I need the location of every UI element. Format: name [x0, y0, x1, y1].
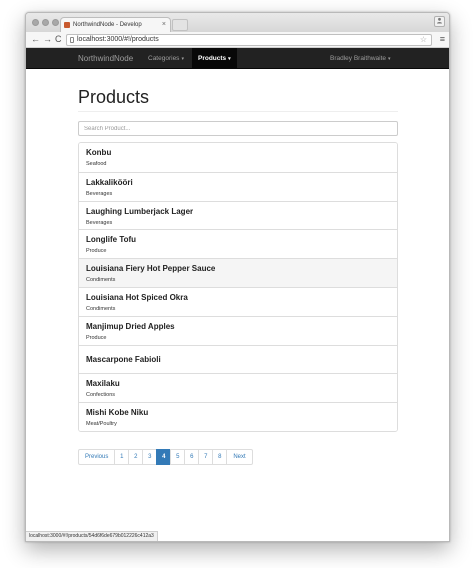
- site-navbar: NorthwindNode Categories ▾ Products ▾ Brad…: [26, 48, 449, 69]
- pagination-page-4[interactable]: 4: [156, 449, 172, 465]
- product-category: Seafood: [86, 161, 107, 167]
- nav-products-label: Products: [198, 55, 227, 62]
- nav-user-dropdown[interactable]: Bradley Braithwaite ▾: [330, 48, 391, 69]
- product-name: Lakkalikööri: [86, 177, 133, 187]
- nav-products-dropdown[interactable]: Products ▾: [192, 48, 237, 69]
- search-input[interactable]: [78, 121, 398, 136]
- product-category: Produce: [86, 248, 107, 255]
- page-icon: [70, 37, 74, 43]
- product-list: Konbu Seafood Lakkalikööri Beverages Lau…: [78, 142, 398, 432]
- forward-icon[interactable]: →: [43, 34, 52, 45]
- reload-icon[interactable]: C: [55, 34, 62, 45]
- product-category: Beverages: [86, 190, 113, 197]
- address-url: localhost:3000/#!/products: [77, 36, 159, 43]
- bookmark-star-icon[interactable]: ☆: [420, 35, 427, 45]
- pagination-page-1[interactable]: 1: [114, 449, 130, 465]
- list-item[interactable]: Longlife Tofu Produce: [79, 229, 397, 259]
- list-item[interactable]: Laughing Lumberjack Lager Beverages: [79, 200, 397, 230]
- pagination-page-5[interactable]: 5: [170, 449, 186, 465]
- product-name: Manjimup Dried Apples: [86, 321, 175, 331]
- browser-tab[interactable]: NorthwindNode - Develop ×: [60, 17, 171, 32]
- nav-categories-label: Categories: [148, 55, 180, 62]
- pagination-page-2[interactable]: 2: [128, 449, 144, 465]
- new-tab-button[interactable]: [172, 19, 188, 31]
- caret-down-icon: ▾: [181, 56, 184, 62]
- pagination-page-7[interactable]: 7: [198, 449, 214, 465]
- list-item[interactable]: Louisiana Fiery Hot Pepper Sauce Condime…: [79, 258, 397, 287]
- product-name: Louisiana Hot Spiced Okra: [86, 292, 188, 302]
- pagination: Previous 1 2 3 4 5 6 7 8 Next: [78, 449, 253, 465]
- zoom-window-button[interactable]: [52, 19, 59, 26]
- caret-down-icon: ▾: [388, 56, 391, 62]
- product-name: Konbu: [86, 148, 112, 157]
- nav-user-label: Bradley Braithwaite: [330, 55, 386, 62]
- tab-title: NorthwindNode - Develop: [73, 22, 142, 28]
- navbar-brand[interactable]: NorthwindNode: [78, 48, 133, 69]
- pagination-next[interactable]: Next: [226, 449, 253, 465]
- pagination-page-3[interactable]: 3: [142, 449, 158, 465]
- title-divider: [78, 111, 398, 112]
- tab-close-icon[interactable]: ×: [162, 18, 166, 32]
- list-item[interactable]: Manjimup Dried Apples Produce: [79, 315, 397, 345]
- list-item[interactable]: Konbu Seafood: [79, 143, 397, 172]
- browser-window: NorthwindNode - Develop × ← → C localhos…: [25, 12, 450, 542]
- list-item[interactable]: Mascarpone Fabioli: [79, 344, 397, 374]
- product-name: Laughing Lumberjack Lager: [86, 206, 194, 216]
- list-item[interactable]: Louisiana Hot Spiced Okra Condiments: [79, 286, 397, 316]
- product-name: Mishi Kobe Niku: [86, 408, 149, 418]
- product-category: Meat/Poultry: [86, 421, 117, 428]
- status-bar: localhost:3000/#!/products/54d6f6de679b0…: [26, 531, 158, 541]
- product-category: Confections: [86, 392, 116, 399]
- product-category: Beverages: [86, 219, 113, 226]
- product-name: Louisiana Fiery Hot Pepper Sauce: [86, 264, 216, 274]
- address-bar[interactable]: localhost:3000/#!/products ☆: [66, 34, 432, 46]
- list-item[interactable]: Maxilaku Confections: [79, 373, 397, 403]
- browser-toolbar: ← → C localhost:3000/#!/products ☆ ≡: [26, 32, 449, 48]
- menu-icon[interactable]: ≡: [440, 34, 445, 44]
- minimize-window-button[interactable]: [42, 19, 49, 26]
- product-category: Condiments: [86, 305, 116, 312]
- favicon-icon: [64, 22, 70, 28]
- close-window-button[interactable]: [32, 19, 39, 26]
- page-title: Products: [78, 87, 150, 107]
- product-name: Maxilaku: [86, 379, 120, 389]
- pagination-previous[interactable]: Previous: [78, 449, 116, 465]
- back-icon[interactable]: ←: [31, 34, 40, 45]
- list-item[interactable]: Mishi Kobe Niku Meat/Poultry: [79, 402, 397, 431]
- person-icon[interactable]: [434, 16, 445, 27]
- nav-categories-dropdown[interactable]: Categories ▾: [148, 48, 184, 69]
- tab-strip: NorthwindNode - Develop ×: [26, 13, 449, 32]
- product-category: Condiments: [86, 277, 116, 284]
- product-name: Longlife Tofu: [86, 235, 137, 245]
- product-category: Produce: [86, 334, 107, 341]
- list-item[interactable]: Lakkalikööri Beverages: [79, 171, 397, 201]
- product-name: Mascarpone Fabioli: [86, 354, 161, 364]
- pagination-page-6[interactable]: 6: [184, 449, 200, 465]
- caret-down-icon: ▾: [228, 56, 231, 62]
- pagination-page-8[interactable]: 8: [212, 449, 228, 465]
